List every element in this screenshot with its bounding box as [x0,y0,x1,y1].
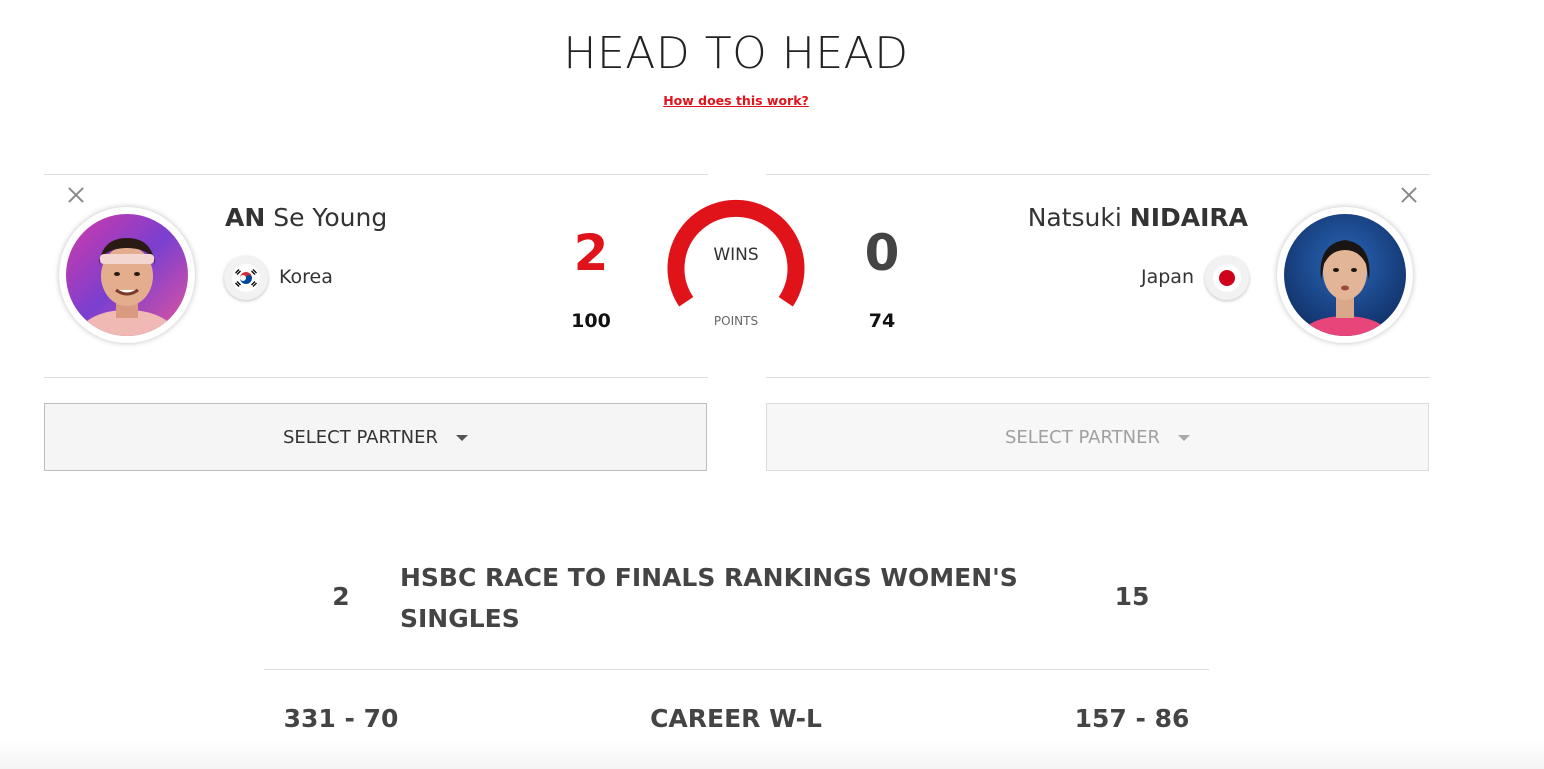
stat-left-value: 331 - 70 [283,704,399,733]
right-panel-bottom-divider [766,377,1430,378]
korea-flag-icon [224,256,268,300]
left-player-country: Korea [279,266,333,288]
wins-label: WINS [713,245,759,265]
left-panel-bottom-divider [44,377,708,378]
stat-label: CAREER W-L [650,704,822,733]
left-panel-top-divider [44,174,708,175]
japan-flag-icon [1205,256,1249,300]
caret-down-icon [1178,435,1191,441]
left-player-surname: AN [225,203,266,232]
left-player-given-name: Se Young [273,203,388,232]
select-partner-left-dropdown[interactable]: SELECT PARTNER [44,403,707,471]
player-photo-left [66,214,188,336]
how-does-this-work-link[interactable]: How does this work? [0,93,1472,108]
player-photo-right [1284,214,1406,336]
close-icon[interactable] [64,183,88,207]
head-to-head-page: HEAD TO HEAD How does this work? AN Se Y… [0,0,1544,769]
stat-right-value: 15 [1114,582,1150,611]
select-partner-right-dropdown: SELECT PARTNER [766,403,1429,471]
select-partner-left-label: SELECT PARTNER [282,426,439,448]
left-player-points: 100 [571,310,611,332]
right-player-points: 74 [868,310,896,332]
right-player-given-name: Natsuki [1027,203,1122,232]
points-label: POINTS [713,314,759,328]
stat-left-value: 2 [332,582,350,611]
stat-right-value: 157 - 86 [1074,704,1190,733]
left-player-wins: 2 [573,224,609,282]
stats-row-divider [264,669,1209,670]
close-icon[interactable] [1397,183,1421,207]
caret-down-icon [456,435,469,441]
bottom-fade-overlay [0,740,1544,769]
stat-label: HSBC RACE TO FINALS RANKINGS WOMEN'S SIN… [400,563,1018,633]
right-player-surname: NIDAIRA [1129,203,1248,232]
right-panel-top-divider [766,174,1430,175]
right-player-wins: 0 [864,224,900,282]
page-title: HEAD TO HEAD [563,28,909,79]
avatar-left-player [59,207,195,343]
right-player-name: Natsuki NIDAIRA [1028,203,1248,232]
right-player-country: Japan [1141,266,1194,288]
avatar-right-player [1277,207,1413,343]
select-partner-right-label: SELECT PARTNER [1004,426,1161,448]
left-player-name: AN Se Young [225,203,387,232]
